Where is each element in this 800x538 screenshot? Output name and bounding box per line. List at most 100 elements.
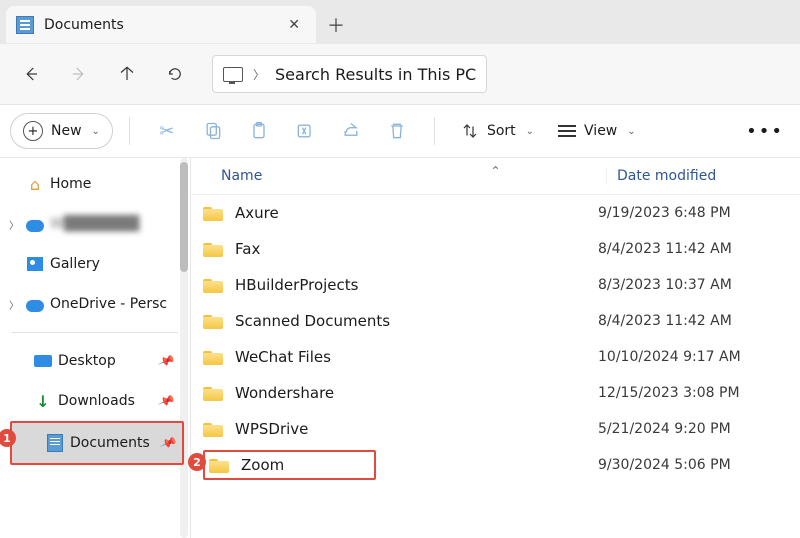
- download-icon: ↓: [34, 392, 52, 410]
- expand-icon[interactable]: 〉: [8, 297, 20, 312]
- collapse-caret-icon[interactable]: ⌃: [490, 164, 500, 178]
- rename-icon: [295, 121, 315, 141]
- file-row[interactable]: Wondershare 12/15/2023 3:08 PM: [191, 375, 800, 411]
- file-name: WeChat Files: [235, 348, 331, 366]
- file-date: 9/30/2024 5:06 PM: [588, 457, 800, 473]
- folder-icon: [203, 205, 223, 221]
- new-button[interactable]: + New ⌄: [10, 113, 113, 149]
- nav-gallery-label: Gallery: [50, 256, 100, 272]
- file-list: ⌃ Name Date modified Axure 9/19/2023 6:4…: [191, 158, 800, 538]
- file-row[interactable]: WeChat Files 10/10/2024 9:17 AM: [191, 339, 800, 375]
- refresh-button[interactable]: [154, 53, 196, 95]
- file-name: Scanned Documents: [235, 312, 390, 330]
- nav-account-label: W███████: [50, 216, 139, 232]
- nav-onedrive-label: OneDrive - Persc: [50, 296, 167, 312]
- onedrive-icon: [26, 295, 44, 313]
- gallery-icon: [26, 255, 44, 273]
- delete-button[interactable]: [376, 113, 418, 149]
- chevron-down-icon: ⌄: [92, 126, 100, 137]
- file-date: 10/10/2024 9:17 AM: [588, 349, 800, 365]
- new-tab-button[interactable]: ＋: [316, 6, 356, 44]
- cloud-account-icon: [26, 215, 44, 233]
- file-row[interactable]: Fax 8/4/2023 11:42 AM: [191, 231, 800, 267]
- folder-icon: [203, 421, 223, 437]
- new-label: New: [51, 123, 82, 139]
- column-name-header[interactable]: Name: [191, 168, 606, 184]
- folder-icon: [203, 349, 223, 365]
- refresh-icon: [166, 65, 184, 83]
- nav-documents[interactable]: Documents 📌: [10, 421, 184, 465]
- share-button[interactable]: [330, 113, 372, 149]
- paste-button[interactable]: [238, 113, 280, 149]
- expand-icon[interactable]: 〉: [8, 217, 20, 232]
- chevron-right-icon: 〉: [253, 66, 265, 83]
- up-button[interactable]: [106, 53, 148, 95]
- sort-button[interactable]: Sort ⌄: [451, 122, 544, 140]
- pin-icon[interactable]: 📌: [159, 434, 178, 452]
- window-tab[interactable]: Documents ✕: [6, 6, 316, 44]
- back-button[interactable]: [10, 53, 52, 95]
- cut-button[interactable]: ✂: [146, 113, 188, 149]
- file-row-zoom[interactable]: Zoom 9/30/2024 5:06 PM: [191, 447, 800, 483]
- copy-icon: [203, 121, 223, 141]
- rename-button[interactable]: [284, 113, 326, 149]
- file-row[interactable]: HBuilderProjects 8/3/2023 10:37 AM: [191, 267, 800, 303]
- view-button[interactable]: View ⌄: [548, 123, 646, 139]
- home-icon: ⌂: [26, 175, 44, 193]
- content-area: ⌂ Home 〉 W███████ Gallery 〉 OneDrive - P…: [0, 158, 800, 538]
- sort-icon: [461, 122, 479, 140]
- tab-title: Documents: [44, 17, 282, 33]
- documents-icon: [46, 434, 64, 452]
- nav-gallery[interactable]: Gallery: [0, 244, 190, 284]
- desktop-icon: [34, 352, 52, 370]
- file-row[interactable]: Scanned Documents 8/4/2023 11:42 AM: [191, 303, 800, 339]
- pin-icon[interactable]: 📌: [157, 392, 176, 410]
- address-bar: 〉 Search Results in This PC: [0, 44, 800, 105]
- clipboard-icon: [249, 121, 269, 141]
- file-name: HBuilderProjects: [235, 276, 358, 294]
- chevron-down-icon: ⌄: [526, 126, 534, 137]
- nav-onedrive[interactable]: 〉 OneDrive - Persc: [0, 284, 190, 324]
- file-name: Fax: [235, 240, 260, 258]
- plus-circle-icon: +: [23, 121, 43, 141]
- more-button[interactable]: •••: [740, 121, 790, 142]
- column-date-header[interactable]: Date modified: [606, 168, 800, 184]
- nav-desktop-label: Desktop: [58, 353, 116, 369]
- file-date: 5/21/2024 9:20 PM: [588, 421, 800, 437]
- titlebar: Documents ✕ ＋: [0, 0, 800, 44]
- forward-button[interactable]: [58, 53, 100, 95]
- this-pc-icon: [223, 67, 243, 82]
- separator: [12, 332, 178, 333]
- list-icon: [558, 130, 576, 132]
- sort-label: Sort: [487, 123, 516, 139]
- navigation-pane: ⌂ Home 〉 W███████ Gallery 〉 OneDrive - P…: [0, 158, 191, 538]
- nav-home[interactable]: ⌂ Home: [0, 164, 190, 204]
- document-icon: [16, 16, 34, 34]
- folder-icon: [203, 385, 223, 401]
- arrow-left-icon: [22, 65, 40, 83]
- file-date: 8/4/2023 11:42 AM: [588, 313, 800, 329]
- file-date: 8/4/2023 11:42 AM: [588, 241, 800, 257]
- scissors-icon: ✂: [159, 121, 174, 142]
- address-field[interactable]: 〉 Search Results in This PC: [212, 55, 487, 93]
- file-row[interactable]: Axure 9/19/2023 6:48 PM: [191, 195, 800, 231]
- nav-downloads[interactable]: ↓ Downloads 📌: [0, 381, 190, 421]
- file-row[interactable]: WPSDrive 5/21/2024 9:20 PM: [191, 411, 800, 447]
- nav-account[interactable]: 〉 W███████: [0, 204, 190, 244]
- copy-button[interactable]: [192, 113, 234, 149]
- nav-downloads-label: Downloads: [58, 393, 135, 409]
- close-tab-icon[interactable]: ✕: [282, 17, 306, 33]
- separator: [434, 117, 435, 145]
- nav-desktop[interactable]: Desktop 📌: [0, 341, 190, 381]
- share-icon: [341, 121, 361, 141]
- ellipsis-icon: •••: [746, 121, 784, 142]
- nav-home-label: Home: [50, 176, 91, 192]
- trash-icon: [387, 121, 407, 141]
- separator: [129, 117, 130, 145]
- folder-icon: [203, 241, 223, 257]
- folder-icon: [203, 277, 223, 293]
- chevron-down-icon: ⌄: [627, 126, 635, 137]
- folder-icon: [209, 457, 229, 473]
- file-name: Wondershare: [235, 384, 334, 402]
- pin-icon[interactable]: 📌: [157, 352, 176, 370]
